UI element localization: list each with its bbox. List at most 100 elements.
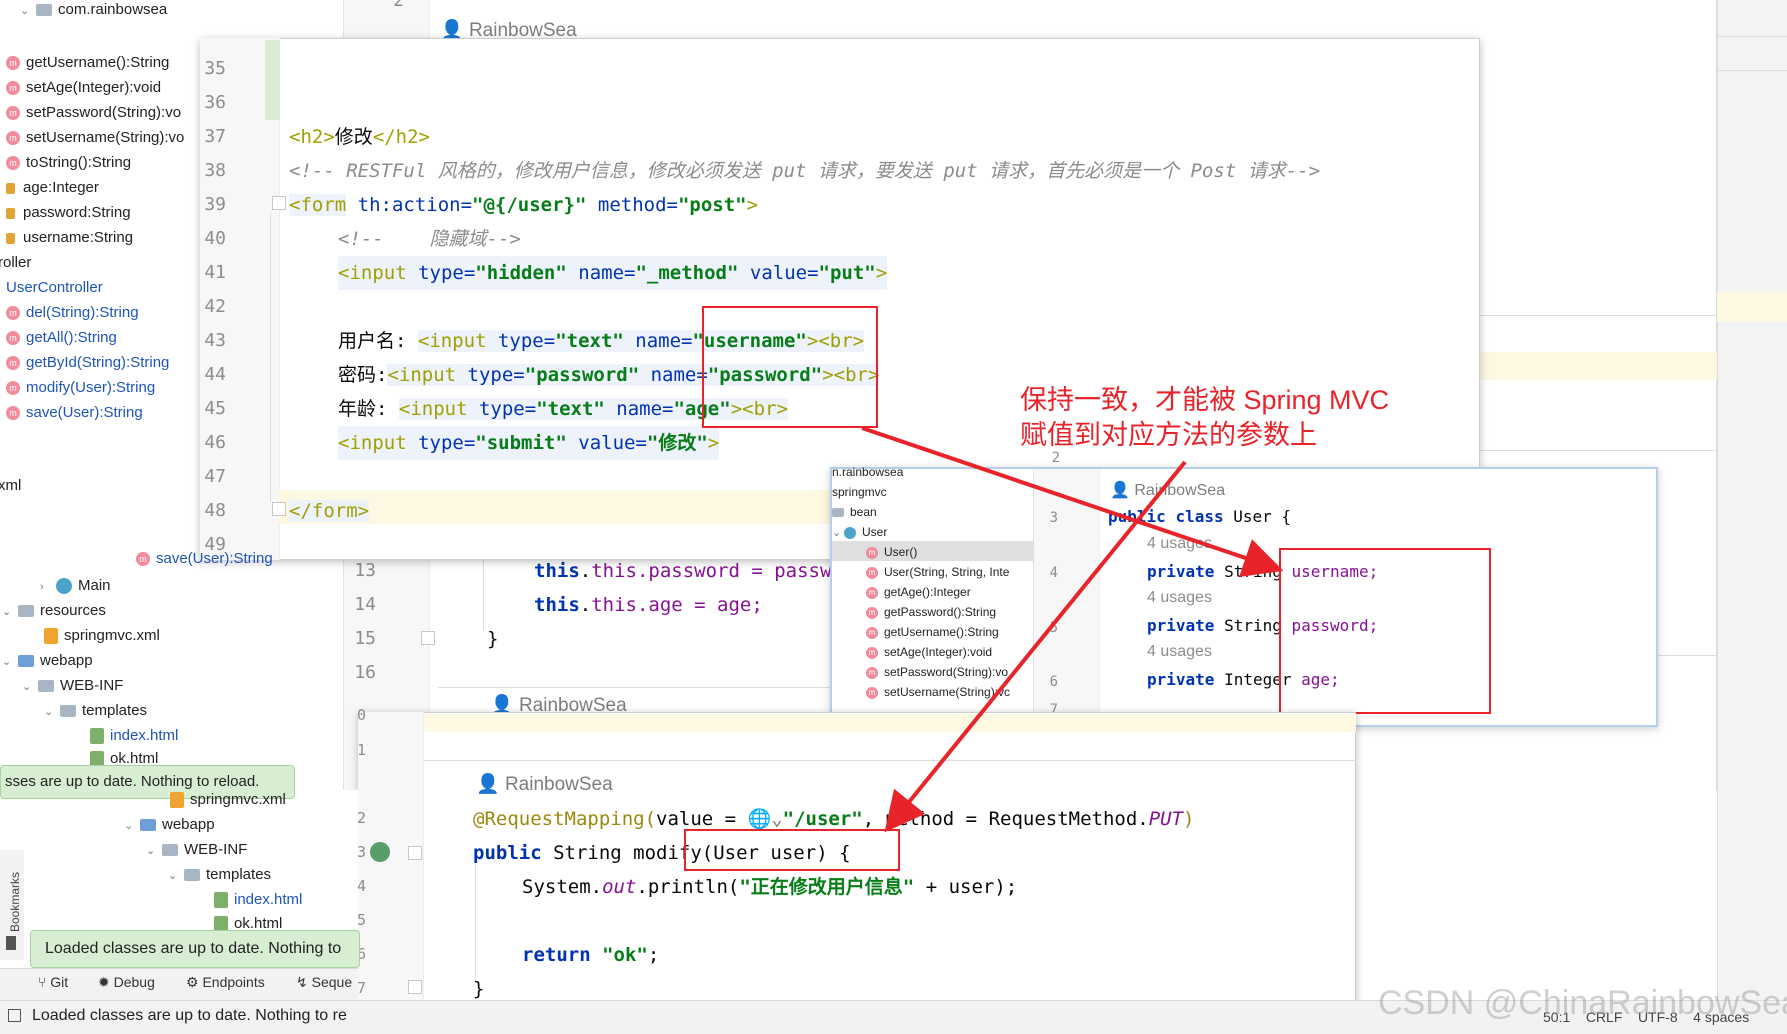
tree-item-method[interactable]: m setAge(Integer):void xyxy=(866,642,992,662)
method-icon: m xyxy=(6,81,20,96)
tree-item-webapp[interactable]: ⌄ webapp xyxy=(2,648,93,673)
method-icon: m xyxy=(866,606,878,619)
tree-item-xml[interactable]: springmvc.xml xyxy=(44,623,160,648)
tree-item-templates[interactable]: ⌄ templates xyxy=(44,698,147,723)
highlight-box-fields xyxy=(1279,548,1491,714)
tree-item-resources[interactable]: ⌄ resources xyxy=(2,598,106,623)
annotation-note-line: 保持一致，才能被 Spring MVC xyxy=(1020,385,1390,415)
tree-item-package[interactable]: roller xyxy=(0,250,31,275)
method-icon: m xyxy=(6,56,20,71)
tree-item-user-class[interactable]: ⌄ User xyxy=(832,522,887,542)
folder-icon xyxy=(38,680,54,693)
tree-item-templates[interactable]: ⌄ templates xyxy=(168,862,271,887)
folder-icon xyxy=(18,655,34,668)
line-number: 35 xyxy=(204,58,226,79)
indent-guide xyxy=(270,213,271,502)
bookmark-icon[interactable] xyxy=(6,936,16,950)
code-submit-input: <input type="submit" value="修改"> xyxy=(338,426,720,460)
tree-item-package[interactable]: springmvc xyxy=(832,482,887,502)
tree-item-method[interactable]: m setPassword(String):vo xyxy=(866,662,1008,682)
strip-divider xyxy=(1717,36,1787,37)
globe-icon[interactable]: 🌐⌄ xyxy=(748,808,783,830)
git-tool-button[interactable]: ⑂ Git xyxy=(38,974,68,990)
line-number: 1 xyxy=(356,741,366,759)
tree-item-html[interactable]: index.html xyxy=(214,887,302,912)
tree-item-webinf[interactable]: ⌄ WEB-INF xyxy=(146,837,247,862)
method-icon: m xyxy=(866,686,878,699)
tree-item-class[interactable]: UserController xyxy=(6,275,103,300)
editor-divider xyxy=(1658,655,1717,656)
code-line: } xyxy=(487,628,499,650)
tree-item-method[interactable]: m setAge(Integer):void xyxy=(6,75,161,100)
sequence-tool-button[interactable]: ↯ Seque xyxy=(296,974,358,991)
bug-icon: ✹ xyxy=(98,974,114,990)
class-icon xyxy=(56,578,72,595)
line-number: 2 xyxy=(393,0,404,11)
tree-item-method[interactable]: m save(User):String xyxy=(136,550,273,568)
tree-item-webapp[interactable]: ⌄ webapp xyxy=(124,812,215,837)
tree-item-field[interactable]: username:String xyxy=(6,225,133,250)
highlight-box-names xyxy=(702,306,878,428)
annotation-note: 保持一致，才能被 Spring MVC 赋值到对应方法的参数上 xyxy=(1020,383,1389,453)
line-number: 39 xyxy=(204,194,226,215)
tree-item-field[interactable]: age:Integer xyxy=(6,175,99,200)
tree-item-webinf[interactable]: ⌄ WEB-INF xyxy=(22,673,123,698)
method-separator xyxy=(438,687,858,688)
endpoints-tool-button[interactable]: ⚙ Endpoints xyxy=(186,974,265,991)
line-number: 3 xyxy=(1049,510,1058,526)
tree-item-bean[interactable]: bean xyxy=(832,502,877,522)
folder-icon xyxy=(162,844,178,857)
tree-item-package[interactable]: ⌄ com.rainbowsea xyxy=(20,0,167,22)
line-number: 40 xyxy=(204,228,226,249)
tree-item-file[interactable]: xml xyxy=(0,473,21,498)
fold-marker[interactable] xyxy=(408,846,422,860)
html-icon xyxy=(90,728,104,745)
tree-item-method[interactable]: m User(String, String, Inte xyxy=(866,562,1009,582)
debug-tool-button[interactable]: ✹ Debug xyxy=(98,974,155,991)
reload-toast: Loaded classes are up to date. Nothing t… xyxy=(30,930,360,968)
right-tool-strip xyxy=(1717,0,1787,1034)
fold-marker[interactable] xyxy=(272,502,286,516)
usages-hint: 4 usages xyxy=(1147,589,1212,606)
tree-item-method[interactable]: m getUsername():String xyxy=(866,622,999,642)
tree-item-xml[interactable]: springmvc.xml xyxy=(170,787,286,812)
line-number: 43 xyxy=(204,330,226,351)
tree-item-field[interactable]: password:String xyxy=(6,200,131,225)
line-number: 48 xyxy=(204,500,226,521)
tree-item-main[interactable]: › Main xyxy=(40,573,111,598)
line-number: 6 xyxy=(1049,674,1058,690)
tree-item-method[interactable]: m getAll():String xyxy=(6,325,117,350)
tree-item-method[interactable]: m User() xyxy=(866,542,917,562)
status-toggle-icon[interactable] xyxy=(8,1009,21,1022)
tree-item-method[interactable]: m modify(User):String xyxy=(6,375,155,400)
tree-item-method[interactable]: m del(String):String xyxy=(6,300,139,325)
fold-marker[interactable] xyxy=(421,631,435,645)
line-number: 45 xyxy=(204,398,226,419)
endpoint-gutter-icon[interactable] xyxy=(370,842,390,862)
tree-item-method[interactable]: m getPassword():String xyxy=(866,602,996,622)
tree-item-package[interactable]: n.rainbowsea xyxy=(832,462,903,482)
code-form-close: </form> xyxy=(289,500,370,522)
code-hidden-input: <input type="hidden" name="_method" valu… xyxy=(338,256,888,290)
tree-item-method[interactable]: m getById(String):String xyxy=(6,350,169,375)
fold-marker[interactable] xyxy=(408,980,422,994)
field-lock-icon xyxy=(6,207,15,219)
tree-item-method[interactable]: m setUsername(String):vc xyxy=(866,682,1010,702)
tree-item-method[interactable]: m save(User):String xyxy=(6,400,143,425)
line-number: 46 xyxy=(204,432,226,453)
line-number: 16 xyxy=(354,662,376,683)
tree-item-method[interactable]: m setUsername(String):vo xyxy=(6,125,184,150)
code-form-open: <form th:action="@{/user}" method="post"… xyxy=(289,194,759,216)
tree-item-html[interactable]: index.html xyxy=(90,723,178,748)
tree-item-method[interactable]: m toString():String xyxy=(6,150,131,175)
line-number: 14 xyxy=(354,594,376,615)
line-number: 5 xyxy=(1049,620,1058,636)
tree-item-method[interactable]: m getAge():Integer xyxy=(866,582,971,602)
method-icon: m xyxy=(6,106,20,121)
folder-icon xyxy=(60,705,76,718)
fold-marker[interactable] xyxy=(272,196,286,210)
usages-hint: 4 usages xyxy=(1147,643,1212,660)
tree-item-method[interactable]: m getUsername():String xyxy=(6,50,169,75)
tree-item-method[interactable]: m setPassword(String):vo xyxy=(6,100,181,125)
field-lock-icon xyxy=(6,232,15,244)
